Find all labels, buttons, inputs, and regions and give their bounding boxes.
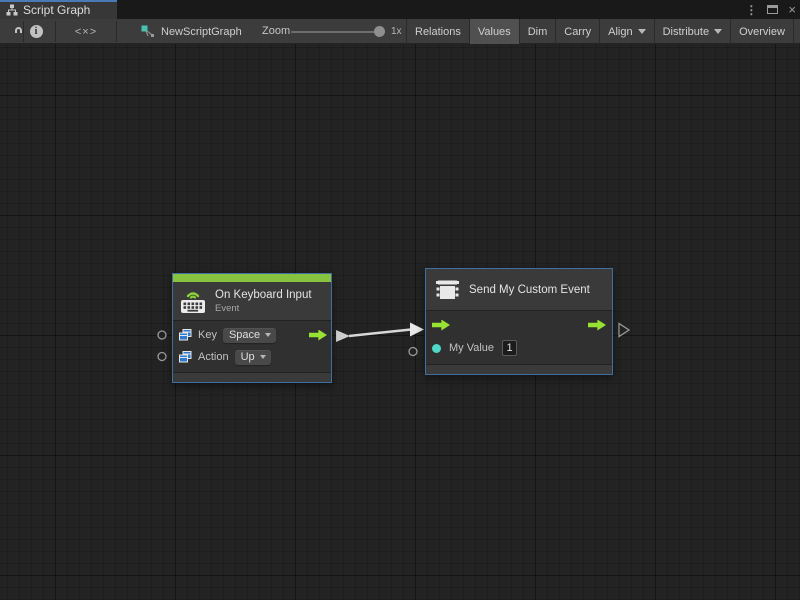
node-subtitle: Event bbox=[215, 303, 312, 314]
my-value-port-label: My Value bbox=[449, 342, 494, 354]
dropdown-caret-icon bbox=[638, 29, 646, 34]
values-button[interactable]: Values bbox=[469, 19, 519, 44]
node-body: Key Space Action Up bbox=[173, 321, 331, 372]
maximize-icon[interactable] bbox=[767, 5, 778, 14]
toolbar-buttons: Relations Values Dim Carry Align Distrib… bbox=[406, 19, 800, 44]
fullscreen-button[interactable]: Full Screen bbox=[793, 19, 800, 44]
node-header[interactable]: On Keyboard Input Event bbox=[173, 282, 331, 321]
port-row-my-value: My Value 1 bbox=[426, 336, 612, 360]
dropdown-caret-icon bbox=[260, 355, 266, 359]
control-output-port-triangle[interactable] bbox=[336, 330, 350, 342]
my-value-input-port-circle[interactable] bbox=[409, 348, 417, 356]
node-header[interactable]: Send My Custom Event bbox=[426, 269, 612, 311]
keyboard-event-icon bbox=[179, 287, 207, 315]
node-footer bbox=[173, 372, 331, 382]
graph-canvas[interactable]: On Keyboard Input Event Key Space bbox=[0, 44, 800, 600]
window-menu-icon[interactable]: ⋮ bbox=[745, 4, 757, 16]
port-row-control bbox=[426, 314, 612, 336]
node-send-my-custom-event[interactable]: Send My Custom Event My Value 1 bbox=[425, 268, 613, 375]
key-dropdown[interactable]: Space bbox=[223, 328, 276, 343]
node-footer bbox=[426, 364, 612, 374]
overview-button[interactable]: Overview bbox=[730, 19, 793, 44]
align-dropdown-button[interactable]: Align bbox=[599, 19, 653, 44]
node-on-keyboard-input[interactable]: On Keyboard Input Event Key Space bbox=[172, 273, 332, 383]
dim-button[interactable]: Dim bbox=[519, 19, 556, 44]
dropdown-caret-icon bbox=[265, 333, 271, 337]
graph-toolbar: i <×> NewScriptGraph Zoom 1x Relations V… bbox=[0, 19, 800, 44]
relations-button[interactable]: Relations bbox=[406, 19, 469, 44]
action-input-port-circle[interactable] bbox=[158, 353, 166, 361]
tab-title: Script Graph bbox=[23, 3, 90, 17]
wire-arrowhead-icon bbox=[410, 323, 424, 337]
node-title: On Keyboard Input bbox=[215, 289, 312, 301]
window-tab-strip: Script Graph ⋮ × bbox=[0, 0, 800, 19]
tab-script-graph[interactable]: Script Graph bbox=[0, 0, 117, 19]
custom-event-icon bbox=[434, 276, 461, 303]
action-port-label: Action bbox=[198, 351, 229, 363]
control-output-arrow-icon[interactable] bbox=[309, 330, 327, 341]
zoom-label: Zoom bbox=[262, 19, 290, 44]
script-graph-icon bbox=[6, 4, 18, 16]
node-body: My Value 1 bbox=[426, 311, 612, 364]
carry-button[interactable]: Carry bbox=[555, 19, 599, 44]
value-port-dot-icon[interactable] bbox=[432, 344, 441, 353]
my-value-input[interactable]: 1 bbox=[502, 340, 517, 356]
close-icon[interactable]: × bbox=[788, 3, 796, 16]
code-preview-icon[interactable]: <×> bbox=[64, 19, 108, 44]
toolbar-separator bbox=[116, 21, 117, 42]
event-accent-bar bbox=[173, 274, 331, 282]
zoom-slider-knob[interactable] bbox=[374, 26, 385, 37]
key-port-label: Key bbox=[198, 329, 217, 341]
action-dropdown[interactable]: Up bbox=[235, 350, 271, 365]
key-input-port-circle[interactable] bbox=[158, 331, 166, 339]
control-output-port-triangle-hollow[interactable] bbox=[619, 324, 629, 337]
control-connection-wire[interactable] bbox=[349, 330, 411, 337]
wire-layer bbox=[0, 44, 800, 600]
graph-breadcrumb[interactable]: NewScriptGraph bbox=[141, 19, 242, 44]
enum-type-icon bbox=[179, 329, 192, 341]
tab-focus-highlight bbox=[0, 0, 117, 2]
toolbar-separator bbox=[55, 21, 56, 42]
node-title: Send My Custom Event bbox=[469, 284, 590, 296]
port-row-key: Key Space bbox=[173, 324, 331, 346]
dropdown-caret-icon bbox=[714, 29, 722, 34]
control-output-arrow-icon[interactable] bbox=[588, 320, 606, 331]
graph-name: NewScriptGraph bbox=[161, 26, 242, 38]
distribute-dropdown-button[interactable]: Distribute bbox=[654, 19, 730, 44]
graph-asset-icon bbox=[141, 25, 155, 39]
enum-type-icon bbox=[179, 351, 192, 363]
toolbar-separator bbox=[23, 21, 24, 42]
info-icon[interactable]: i bbox=[28, 19, 44, 44]
zoom-value: 1x bbox=[391, 19, 402, 44]
zoom-slider-track[interactable] bbox=[291, 31, 383, 33]
port-row-action: Action Up bbox=[173, 346, 331, 368]
lock-icon[interactable] bbox=[5, 19, 21, 44]
control-input-arrow-icon[interactable] bbox=[432, 320, 450, 331]
